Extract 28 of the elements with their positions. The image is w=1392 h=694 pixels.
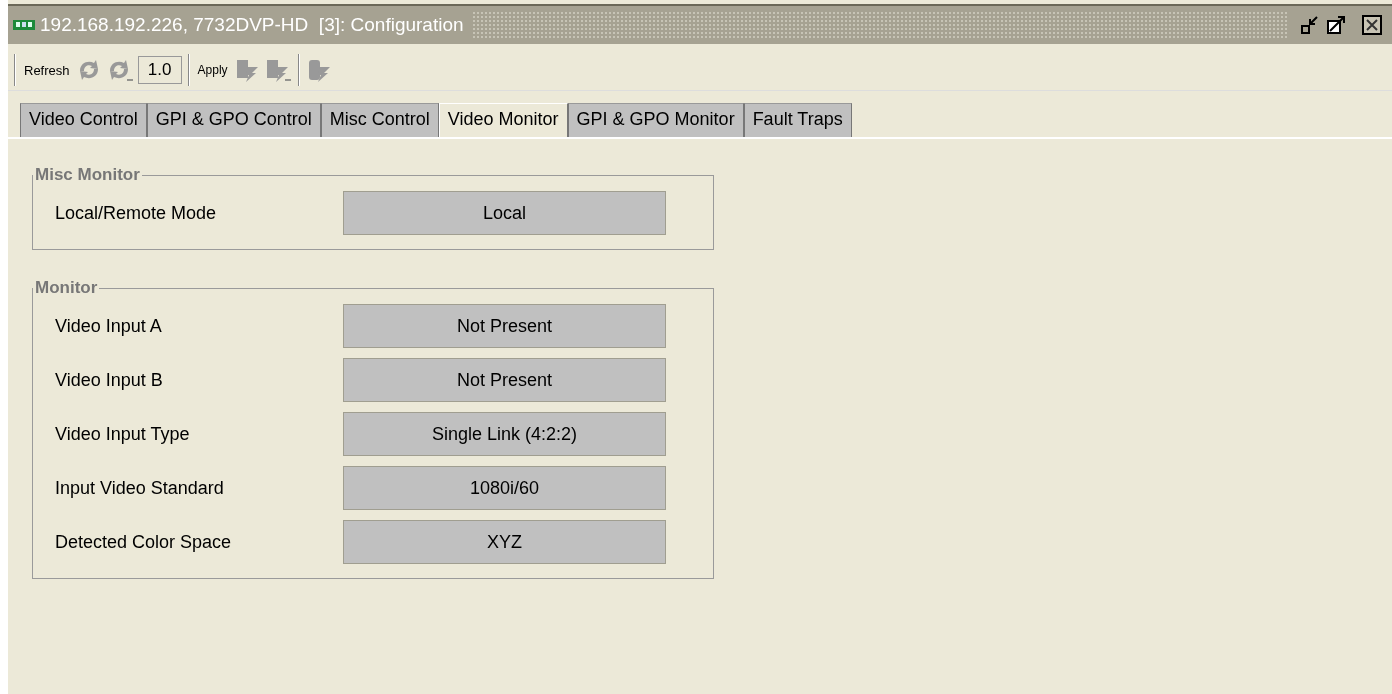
field-label: Input Video Standard	[55, 477, 225, 499]
value-display: Not Present	[343, 358, 666, 402]
minimize-window-icon[interactable]	[1300, 15, 1320, 35]
close-icon[interactable]	[1362, 15, 1382, 35]
tab[interactable]: Video Control	[20, 103, 147, 137]
value-display: Single Link (4:2:2)	[343, 412, 666, 456]
field-label: Detected Color Space	[55, 531, 233, 553]
value-display: XYZ	[343, 520, 666, 564]
group-title: Misc Monitor	[34, 165, 141, 185]
tab[interactable]: Video Monitor	[438, 103, 568, 137]
apply-button[interactable]: Apply	[195, 63, 230, 77]
field-label: Video Input A	[55, 315, 163, 337]
value-display: 1080i/60	[343, 466, 666, 510]
tab[interactable]: GPI & GPO Control	[146, 103, 321, 137]
window-title: 192.168.192.226, 7732DVP-HD [3]: Configuration	[40, 14, 464, 36]
field-label: Video Input Type	[55, 423, 191, 445]
field-label: Video Input B	[55, 369, 164, 391]
maximize-window-icon[interactable]	[1326, 15, 1346, 35]
refresh-interval-field[interactable]: 1.0	[137, 56, 182, 84]
tab[interactable]: Misc Control	[320, 103, 439, 137]
refresh-button[interactable]: Refresh	[22, 62, 72, 78]
group-title: Monitor	[34, 278, 99, 298]
tab[interactable]: GPI & GPO Monitor	[567, 103, 744, 137]
circuit-board-icon	[12, 18, 36, 32]
field-label: Local/Remote Mode	[55, 202, 218, 224]
value-display: Not Present	[343, 304, 666, 348]
value-display: Local	[343, 191, 666, 235]
tab[interactable]: Fault Traps	[743, 103, 852, 137]
